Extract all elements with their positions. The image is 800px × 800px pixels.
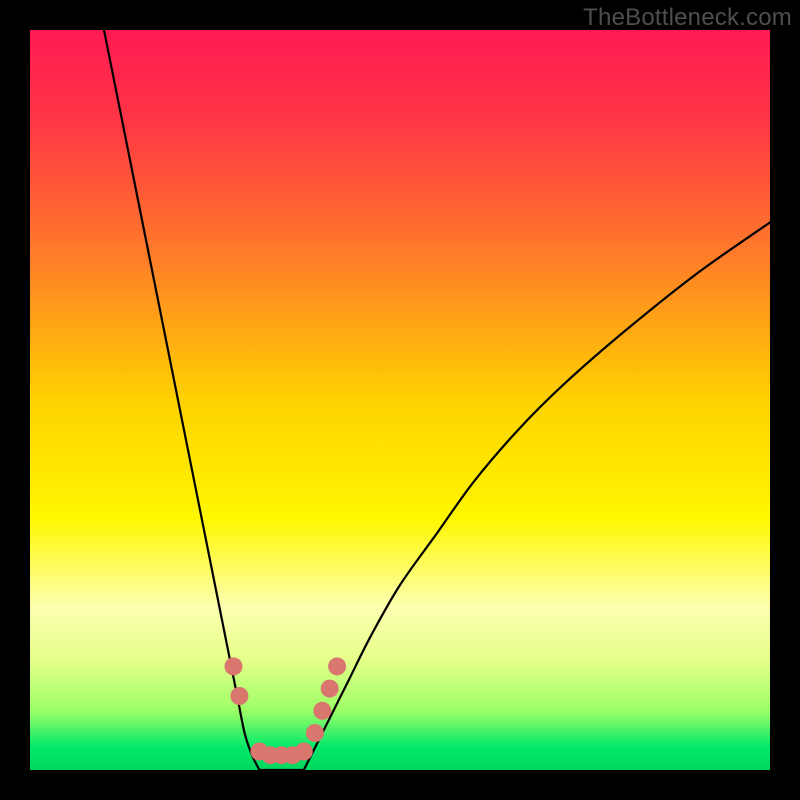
chart-frame: TheBottleneck.com (0, 0, 800, 800)
plot-area (30, 30, 770, 770)
highlight-dot (225, 657, 243, 675)
highlight-dot (313, 702, 331, 720)
highlight-dot (230, 687, 248, 705)
highlight-dot (295, 743, 313, 761)
watermark-text: TheBottleneck.com (583, 4, 792, 32)
highlight-dot (321, 680, 339, 698)
gradient-background (30, 30, 770, 770)
highlight-dot (328, 657, 346, 675)
chart-svg (30, 30, 770, 770)
highlight-dot (306, 724, 324, 742)
